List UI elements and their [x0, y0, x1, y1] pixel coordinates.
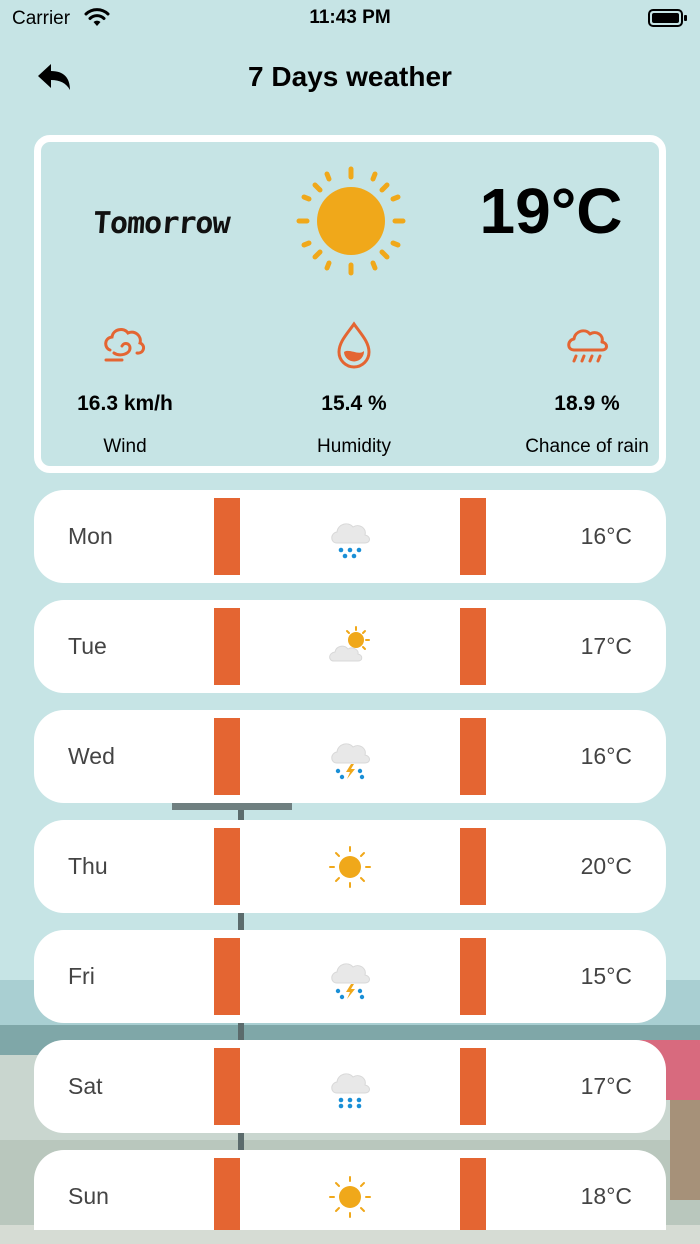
- day-name: Sat: [68, 1073, 103, 1099]
- wind-metric: 16.3 km/h Wind: [25, 320, 225, 458]
- sun-icon: [329, 1176, 371, 1218]
- day-temperature: 20°C: [580, 853, 632, 879]
- day-row-sun[interactable]: Sun 18°C: [34, 1150, 666, 1230]
- day-name: Wed: [68, 743, 115, 769]
- rain-label: Chance of rain: [525, 436, 649, 457]
- sun-icon: [329, 846, 371, 888]
- day-row-mon[interactable]: Mon 16°C: [34, 490, 666, 583]
- accent-bar-left: [214, 828, 240, 905]
- accent-bar-left: [214, 608, 240, 685]
- rain-cloud-icon: [326, 513, 374, 559]
- rain-value: 18.9 %: [554, 392, 620, 415]
- wind-label: Wind: [103, 436, 147, 457]
- thunderstorm-icon: [326, 953, 374, 1000]
- day-row-sat[interactable]: Sat 17°C: [34, 1040, 666, 1133]
- summary-day: Tomorrow: [91, 206, 231, 241]
- day-row-wed[interactable]: Wed 16°C: [34, 710, 666, 803]
- day-name: Mon: [68, 523, 113, 549]
- humidity-label: Humidity: [317, 436, 391, 457]
- page-title: 7 Days weather: [248, 61, 452, 92]
- rain-cloud-icon: [567, 329, 608, 363]
- summary-temperature: 19°C: [479, 175, 623, 247]
- day-temperature: 18°C: [580, 1183, 632, 1209]
- day-temperature: 15°C: [580, 963, 632, 989]
- water-drop-icon: [337, 321, 371, 369]
- forecast-summary-card: Tomorrow 19°C 16.3 km/h Wind 15.4 % Humi…: [34, 135, 666, 473]
- thunderstorm-icon: [326, 733, 374, 780]
- partly-cloudy-icon: [329, 626, 370, 662]
- day-name: Tue: [68, 633, 107, 659]
- accent-bar-left: [214, 1048, 240, 1125]
- accent-bar-right: [460, 1048, 486, 1125]
- humidity-value: 15.4 %: [321, 392, 387, 415]
- day-temperature: 17°C: [580, 633, 632, 659]
- status-time: 11:43 PM: [309, 7, 391, 28]
- rain-cloud-icon: [326, 1063, 374, 1109]
- day-name: Thu: [68, 853, 108, 879]
- day-row-fri[interactable]: Fri 15°C: [34, 930, 666, 1023]
- humidity-metric: 15.4 % Humidity: [254, 320, 454, 458]
- day-temperature: 16°C: [580, 743, 632, 769]
- sun-icon: [296, 166, 406, 276]
- accent-bar-left: [214, 718, 240, 795]
- day-row-tue[interactable]: Tue 17°C: [34, 600, 666, 693]
- day-temperature: 16°C: [580, 523, 632, 549]
- wind-value: 16.3 km/h: [77, 392, 173, 415]
- wind-icon: [104, 328, 146, 362]
- day-row-thu[interactable]: Thu 20°C: [34, 820, 666, 913]
- battery-icon: [648, 9, 687, 27]
- accent-bar-right: [460, 498, 486, 575]
- rain-metric: 18.9 % Chance of rain: [487, 320, 687, 458]
- accent-bar-left: [214, 1158, 240, 1230]
- accent-bar-right: [460, 718, 486, 795]
- status-bar: Carrier 11:43 PM: [0, 0, 700, 36]
- accent-bar-right: [460, 1158, 486, 1230]
- accent-bar-right: [460, 938, 486, 1015]
- day-name: Fri: [68, 963, 95, 989]
- accent-bar-right: [460, 608, 486, 685]
- day-name: Sun: [68, 1183, 109, 1209]
- accent-bar-left: [214, 938, 240, 1015]
- accent-bar-left: [214, 498, 240, 575]
- accent-bar-right: [460, 828, 486, 905]
- day-temperature: 17°C: [580, 1073, 632, 1099]
